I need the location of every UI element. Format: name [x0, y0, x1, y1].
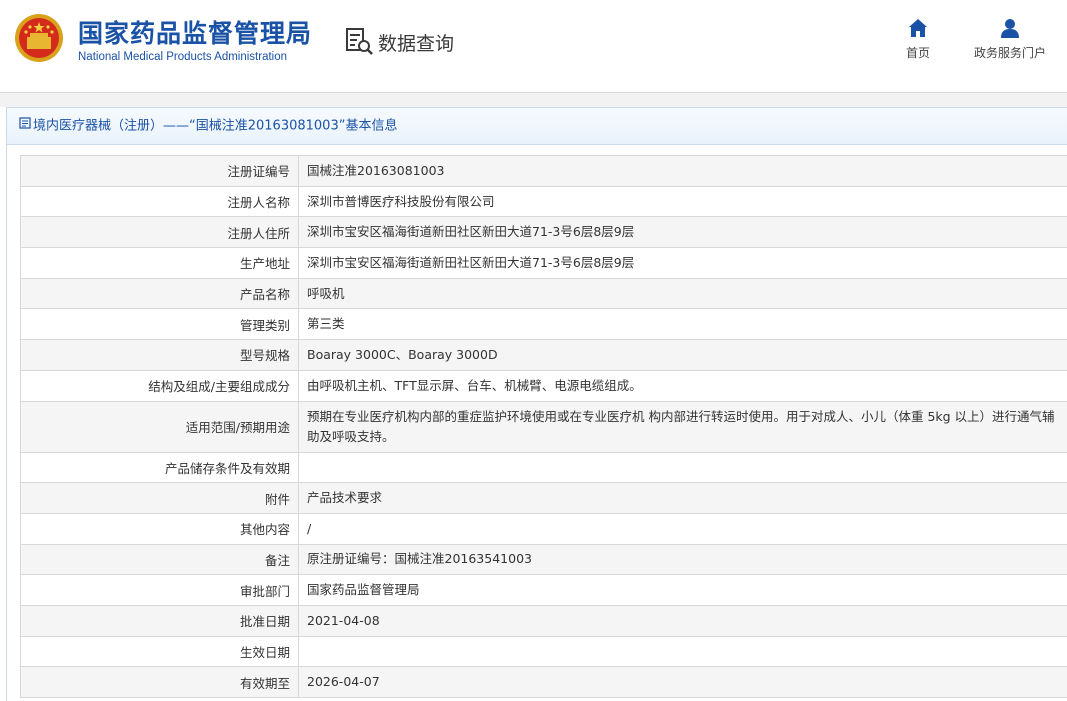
- national-emblem-icon: [14, 13, 64, 63]
- section-title: 数据查询: [378, 32, 455, 55]
- field-value: 2021-04-08: [299, 605, 1067, 636]
- table-row: 备注 原注册证编号：国械注准20163541003: [21, 544, 1067, 576]
- field-value: 预期在专业医疗机构内部的重症监护环境使用或在专业医疗机 构内部进行转运时使用。用…: [299, 401, 1067, 452]
- field-value: 第三类: [299, 309, 1067, 340]
- list-icon: [19, 108, 31, 144]
- table-row: 产品储存条件及有效期: [21, 452, 1067, 484]
- table-row: 其他内容 /: [21, 513, 1067, 545]
- panel-header: 境内医疗器械（注册）——“国械注准20163081003”基本信息: [7, 108, 1067, 145]
- field-label: 产品储存条件及有效期: [21, 452, 299, 483]
- field-value: [299, 452, 1067, 483]
- table-row: 注册人住所 深圳市宝安区福海街道新田社区新田大道71-3号6层8层9层: [21, 217, 1067, 249]
- field-value: 深圳市普博医疗科技股份有限公司: [299, 186, 1067, 217]
- org-name-cn: 国家药品监督管理局: [78, 19, 313, 48]
- data-query-title: 数据查询: [345, 27, 454, 57]
- field-value: 由呼吸机主机、TFT显示屏、台车、机械臂、电源电缆组成。: [299, 370, 1067, 401]
- table-row: 生产地址 深圳市宝安区福海街道新田社区新田大道71-3号6层8层9层: [21, 248, 1067, 279]
- field-label: 注册人住所: [21, 217, 299, 248]
- field-label: 备注: [21, 544, 299, 575]
- field-value: 原注册证编号：国械注准20163541003: [299, 544, 1067, 575]
- field-label: 注册证编号: [21, 156, 299, 186]
- org-name-en: National Medical Products Administration: [78, 51, 288, 63]
- table-row: 批准日期 2021-04-08: [21, 605, 1067, 637]
- detail-table: 注册证编号 国械注准20163081003 注册人名称 深圳市普博医疗科技股份有限公…: [20, 155, 1067, 698]
- nav-home-label: 首页: [905, 46, 930, 60]
- nav-service-portal-link[interactable]: 政务服务门户: [966, 18, 1054, 61]
- table-row: 适用范围/预期用途 预期在专业医疗机构内部的重症监护环境使用或在专业医疗机 构内部…: [21, 401, 1067, 453]
- site-header: 国家药品监督管理局 National Medical Products Admi…: [0, 0, 1067, 92]
- table-row: 产品名称 呼吸机: [21, 278, 1067, 310]
- field-label: 型号规格: [21, 340, 299, 370]
- table-row: 附件 产品技术要求: [21, 483, 1067, 514]
- field-value: /: [299, 513, 1067, 544]
- nav-home-link[interactable]: 首页: [898, 18, 938, 61]
- table-row: 注册人名称 深圳市普博医疗科技股份有限公司: [21, 186, 1067, 218]
- panel-title: 境内医疗器械（注册）——“国械注准20163081003”基本信息: [33, 118, 398, 134]
- table-row: 注册证编号 国械注准20163081003: [21, 156, 1067, 187]
- field-value: [299, 636, 1067, 667]
- field-label: 适用范围/预期用途: [21, 401, 299, 452]
- field-label: 生产地址: [21, 248, 299, 278]
- field-label: 结构及组成/主要组成成分: [21, 370, 299, 401]
- table-row: 结构及组成/主要组成成分 由呼吸机主机、TFT显示屏、台车、机械臂、电源电缆组成。: [21, 370, 1067, 402]
- table-row: 型号规格 Boaray 3000C、Boaray 3000D: [21, 340, 1067, 371]
- table-row: 管理类别 第三类: [21, 309, 1067, 341]
- field-value: 国家药品监督管理局: [299, 575, 1067, 605]
- table-row: 审批部门 国家药品监督管理局: [21, 575, 1067, 606]
- field-label: 审批部门: [21, 575, 299, 605]
- field-label: 注册人名称: [21, 186, 299, 217]
- field-value: 国械注准20163081003: [299, 156, 1067, 186]
- detail-panel: 境内医疗器械（注册）——“国械注准20163081003”基本信息 注册证编号国…: [6, 107, 1067, 701]
- table-row: 有效期至 2026-04-07: [21, 667, 1067, 698]
- field-label: 有效期至: [21, 667, 299, 697]
- table-row: 生效日期: [21, 636, 1067, 668]
- field-value: Boaray 3000C、Boaray 3000D: [299, 340, 1067, 370]
- field-value: 深圳市宝安区福海街道新田社区新田大道71-3号6层8层9层: [299, 217, 1067, 248]
- user-icon: [1001, 19, 1019, 38]
- field-value: 深圳市宝安区福海街道新田社区新田大道71-3号6层8层9层: [299, 248, 1067, 278]
- nav-service-portal-label: 政务服务门户: [973, 46, 1046, 60]
- field-label: 生效日期: [21, 636, 299, 667]
- field-label: 管理类别: [21, 309, 299, 340]
- content-spacer: [0, 93, 1067, 107]
- field-value: 呼吸机: [299, 278, 1067, 309]
- field-label: 其他内容: [21, 513, 299, 544]
- home-icon: [909, 19, 927, 37]
- field-value: 产品技术要求: [299, 483, 1067, 513]
- field-label: 附件: [21, 483, 299, 513]
- field-label: 批准日期: [21, 605, 299, 636]
- field-label: 产品名称: [21, 278, 299, 309]
- field-value: 2026-04-07: [299, 667, 1067, 697]
- document-search-icon: [346, 28, 373, 55]
